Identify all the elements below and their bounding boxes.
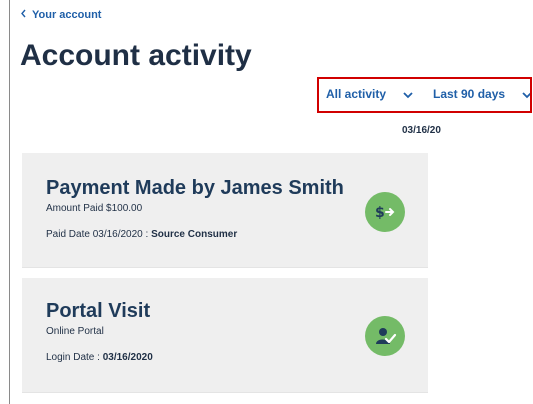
activity-title: Payment Made by James Smith bbox=[46, 177, 344, 199]
timeline-date-label: 03/16/20 bbox=[402, 125, 441, 136]
date-range-filter[interactable]: Last 90 days bbox=[433, 87, 530, 102]
activity-meta: Paid Date 03/16/2020 : Source Consumer bbox=[46, 229, 237, 240]
activity-title: Portal Visit bbox=[46, 300, 151, 322]
activity-detail: Amount Paid $100.00 bbox=[46, 203, 143, 214]
chevron-down-icon bbox=[403, 88, 414, 102]
activity-meta-value: 03/16/2020 bbox=[102, 352, 153, 363]
activity-card-portal-visit: Portal Visit Online Portal Login Date : … bbox=[22, 278, 428, 393]
activity-card-payment: Payment Made by James Smith Amount Paid … bbox=[22, 153, 428, 268]
user-check-icon bbox=[365, 316, 405, 356]
activity-meta-value: Source Consumer bbox=[151, 229, 238, 240]
activity-meta-label: Paid Date 03/16/2020 : bbox=[46, 229, 152, 240]
page-title: Account activity bbox=[20, 39, 252, 72]
activity-filters: All activity Last 90 days bbox=[317, 77, 532, 113]
chevron-left-icon bbox=[20, 9, 27, 21]
activity-type-filter[interactable]: All activity bbox=[326, 87, 414, 102]
page-left-divider bbox=[9, 0, 10, 404]
dollar-arrow-icon: $ bbox=[365, 192, 405, 232]
activity-meta: Login Date : 03/16/2020 bbox=[46, 352, 153, 363]
date-range-value: Last 90 days bbox=[433, 87, 506, 101]
svg-text:$: $ bbox=[375, 205, 385, 221]
back-link-label: Your account bbox=[32, 9, 102, 21]
activity-detail: Online Portal bbox=[46, 326, 104, 337]
chevron-down-icon bbox=[522, 88, 530, 102]
activity-meta-label: Login Date : bbox=[46, 352, 103, 363]
activity-type-value: All activity bbox=[326, 87, 387, 101]
back-link[interactable]: Your account bbox=[20, 9, 101, 21]
